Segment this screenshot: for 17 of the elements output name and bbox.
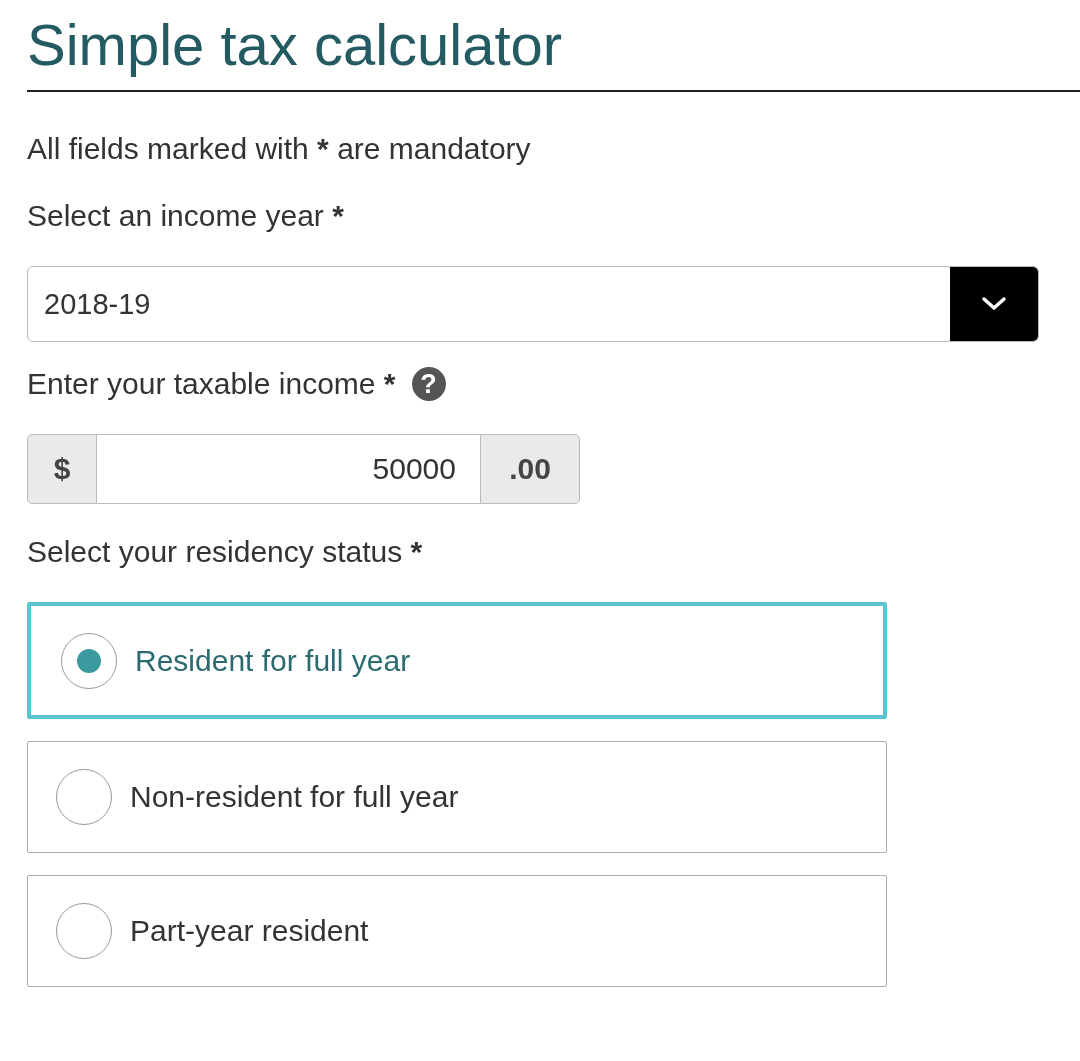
radio-option[interactable]: Non-resident for full year (27, 741, 887, 853)
year-dropdown[interactable]: 2018-19 (27, 266, 1039, 342)
field-label: Enter your taxable income * (27, 367, 396, 401)
chevron-down-icon (981, 296, 1007, 312)
radio-option[interactable]: Part-year resident (27, 875, 887, 987)
cents-suffix: .00 (480, 434, 580, 504)
radio-button[interactable] (56, 769, 112, 825)
income-input[interactable]: 50000 (97, 434, 480, 504)
field-label: Select your residency status * (27, 535, 423, 569)
field-label: Select an income year * (27, 199, 344, 233)
radio-button[interactable] (56, 903, 112, 959)
page-title: Simple tax calculator (27, 11, 563, 79)
dropdown-toggle[interactable] (950, 267, 1038, 341)
currency-prefix: $ (27, 434, 97, 504)
radio-option[interactable]: Resident for full year (27, 602, 887, 719)
help-icon[interactable]: ? (411, 367, 446, 401)
form-note: All fields marked with * are mandatory (27, 132, 531, 166)
